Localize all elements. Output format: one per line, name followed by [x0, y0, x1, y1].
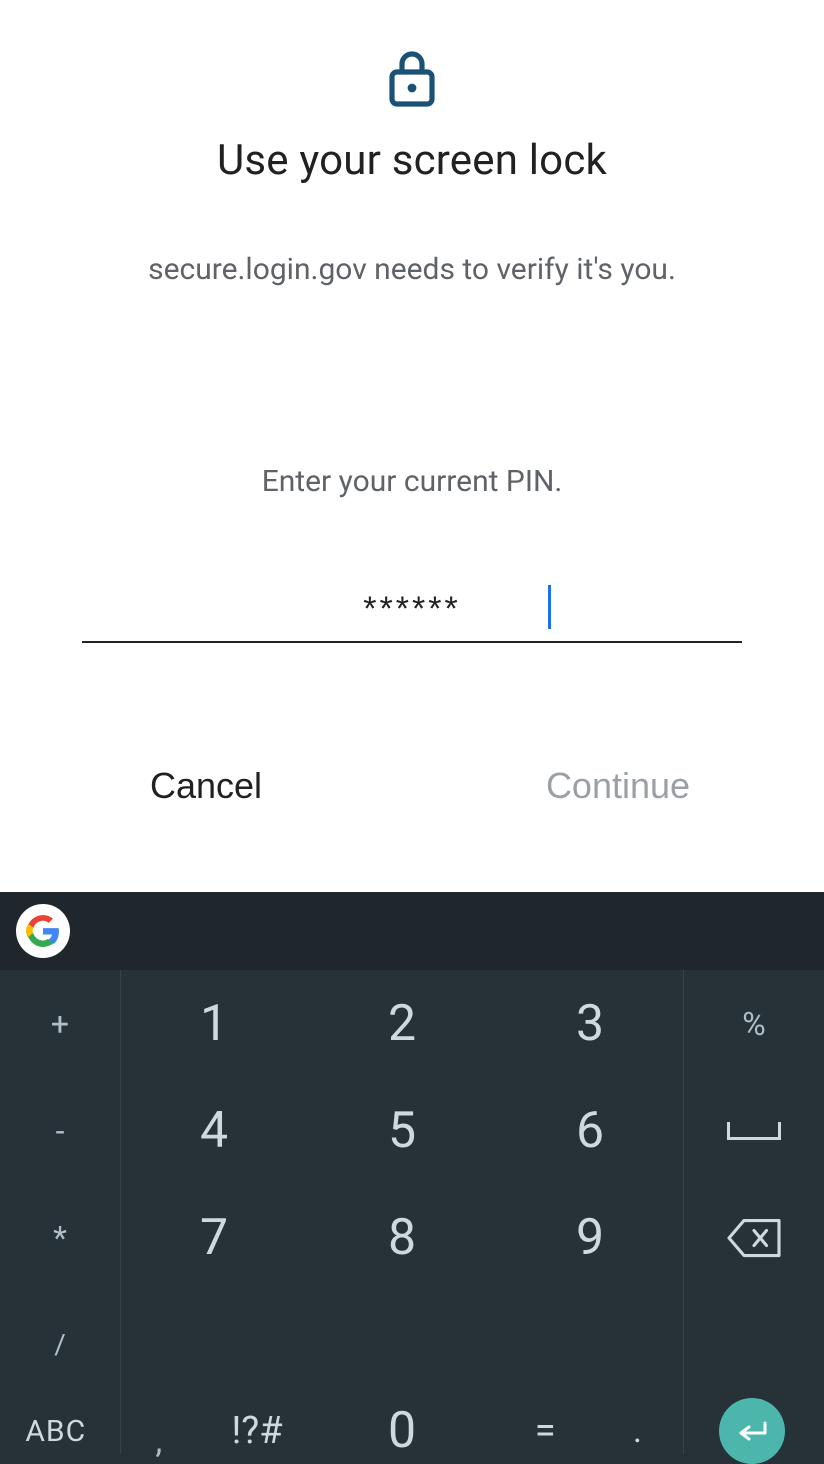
page-subtitle: secure.login.gov needs to verify it's yo…: [148, 249, 676, 292]
text-cursor: [548, 585, 551, 629]
page-title: Use your screen lock: [217, 136, 607, 185]
key-asterisk[interactable]: *: [0, 1184, 120, 1291]
key-minus[interactable]: -: [0, 1077, 120, 1184]
content-area: Use your screen lock secure.login.gov ne…: [0, 0, 824, 892]
enter-icon: [735, 1419, 769, 1443]
backspace-icon: [726, 1218, 782, 1258]
numeric-keyboard: + 1 2 3 % - 4 5 6 * 7 8 9: [0, 892, 824, 1464]
space-icon: [727, 1122, 781, 1140]
screen-lock-verify: Use your screen lock secure.login.gov ne…: [0, 0, 824, 1464]
continue-button[interactable]: Continue: [412, 755, 824, 817]
google-icon[interactable]: [16, 904, 70, 958]
key-percent[interactable]: %: [684, 970, 824, 1077]
action-row: Cancel Continue: [0, 755, 824, 817]
key-9[interactable]: 9: [496, 1184, 684, 1291]
keyboard-grid: + 1 2 3 % - 4 5 6 * 7 8 9: [0, 970, 824, 1464]
key-8[interactable]: 8: [308, 1184, 496, 1291]
pin-prompt: Enter your current PIN.: [262, 464, 563, 499]
key-2[interactable]: 2: [308, 970, 496, 1077]
keyboard-top-bar: [0, 892, 824, 970]
key-enter[interactable]: [719, 1398, 785, 1464]
key-backspace[interactable]: [684, 1184, 824, 1291]
key-slash[interactable]: /: [0, 1291, 120, 1398]
key-comma[interactable]: ,: [155, 1421, 162, 1461]
key-6[interactable]: 6: [496, 1077, 684, 1184]
key-plus[interactable]: +: [0, 970, 120, 1077]
pin-input[interactable]: ******: [82, 579, 742, 643]
key-space[interactable]: [684, 1077, 824, 1184]
key-0[interactable]: 0: [308, 1398, 496, 1464]
key-4[interactable]: 4: [120, 1077, 308, 1184]
key-period[interactable]: .: [633, 1411, 642, 1451]
key-1[interactable]: 1: [120, 970, 308, 1077]
cancel-button[interactable]: Cancel: [0, 755, 412, 817]
key-3[interactable]: 3: [496, 970, 684, 1077]
key-5[interactable]: 5: [308, 1077, 496, 1184]
key-equals[interactable]: =: [535, 1409, 556, 1453]
lock-icon: [388, 48, 436, 108]
key-7[interactable]: 7: [120, 1184, 308, 1291]
pin-masked-value: ******: [363, 590, 460, 629]
key-abc[interactable]: ABC: [25, 1414, 86, 1449]
key-symbols[interactable]: !?#: [231, 1409, 282, 1453]
